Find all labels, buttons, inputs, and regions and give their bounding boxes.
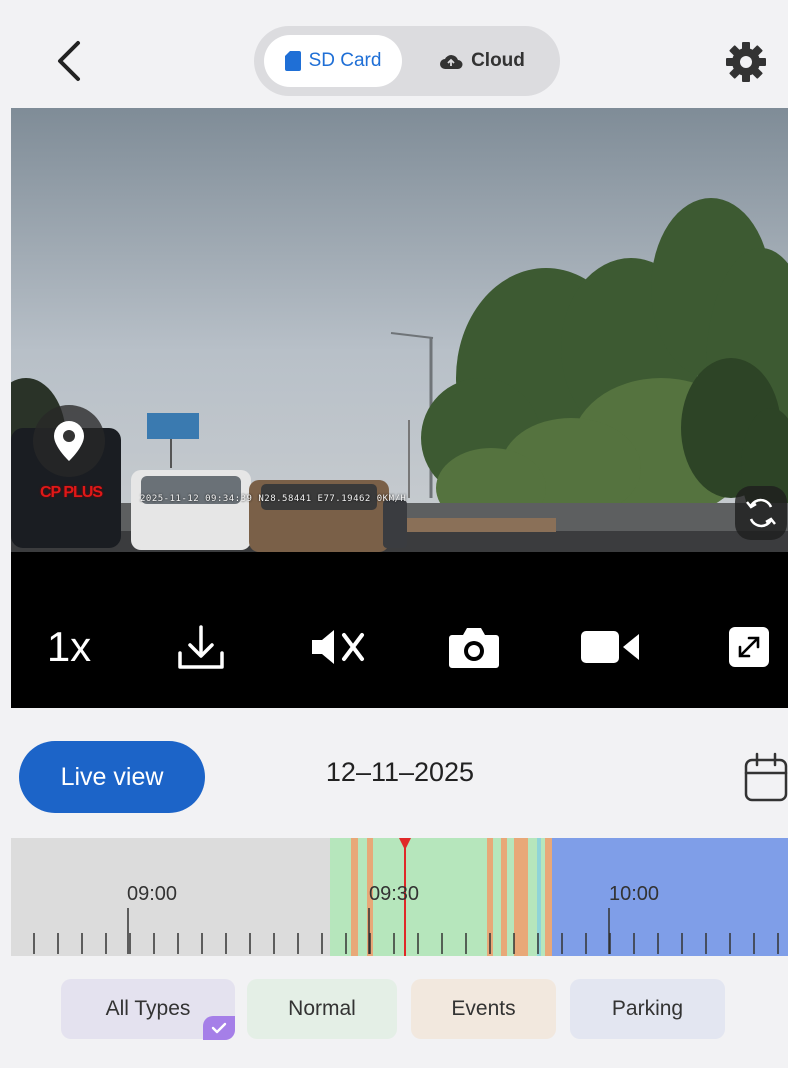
video-overlay-text: 2025-11-12 09:34:39 N28.58441 E77.19462 … xyxy=(140,494,407,504)
filter-normal[interactable]: Normal xyxy=(247,979,397,1039)
recording-timeline[interactable]: 09:00 09:30 10:00 xyxy=(11,838,788,956)
location-pin-icon xyxy=(54,421,84,461)
timeline-label-0900: 09:00 xyxy=(127,883,178,905)
header-bar: SD Card Cloud xyxy=(0,0,788,108)
rotate-icon xyxy=(746,498,776,528)
sd-card-icon xyxy=(284,51,301,71)
selected-date[interactable]: 12–11–2025 xyxy=(300,757,500,788)
settings-button[interactable] xyxy=(720,38,772,86)
playback-controls: 1x xyxy=(11,552,788,708)
video-player[interactable]: CP PLUS 2025-11-12 09:34:39 N28.58441 E7… xyxy=(11,108,788,552)
source-switch: SD Card Cloud xyxy=(254,26,560,96)
filter-events[interactable]: Events xyxy=(411,979,556,1039)
selected-check-icon xyxy=(203,1016,235,1040)
tab-sd-card[interactable]: SD Card xyxy=(264,35,402,87)
rotate-button[interactable] xyxy=(735,486,787,540)
fullscreen-button[interactable] xyxy=(721,614,777,680)
filter-normal-label: Normal xyxy=(288,997,356,1020)
download-button[interactable] xyxy=(171,614,231,680)
tab-cloud-label: Cloud xyxy=(471,50,525,71)
calendar-icon xyxy=(744,752,788,802)
chevron-left-icon xyxy=(58,41,80,81)
cloud-icon xyxy=(440,55,463,69)
record-button[interactable] xyxy=(577,614,643,680)
timeline-label-1000: 10:00 xyxy=(609,883,660,905)
mute-button[interactable] xyxy=(305,614,371,680)
video-record-icon xyxy=(581,631,639,663)
filter-all-types[interactable]: All Types xyxy=(61,979,235,1040)
filter-events-label: Events xyxy=(451,997,516,1020)
filter-parking[interactable]: Parking xyxy=(570,979,725,1039)
back-button[interactable] xyxy=(44,34,94,88)
gear-icon xyxy=(726,42,766,82)
location-button[interactable] xyxy=(33,405,105,477)
dashcam-frame xyxy=(11,108,788,552)
filter-parking-label: Parking xyxy=(611,997,684,1020)
fullscreen-icon xyxy=(729,627,769,667)
mute-icon xyxy=(312,630,364,664)
snapshot-button[interactable] xyxy=(444,614,504,680)
tab-cloud[interactable]: Cloud xyxy=(414,35,550,87)
calendar-button[interactable] xyxy=(742,751,788,803)
download-icon xyxy=(178,625,224,669)
filter-all-types-label: All Types xyxy=(105,997,191,1020)
brand-watermark: CP PLUS xyxy=(40,484,103,501)
camera-icon xyxy=(449,628,499,668)
speed-button[interactable]: 1x xyxy=(39,614,99,680)
timeline-label-0930: 09:30 xyxy=(369,883,420,905)
tab-sd-card-label: SD Card xyxy=(308,50,382,71)
live-view-button[interactable]: Live view xyxy=(19,741,205,813)
